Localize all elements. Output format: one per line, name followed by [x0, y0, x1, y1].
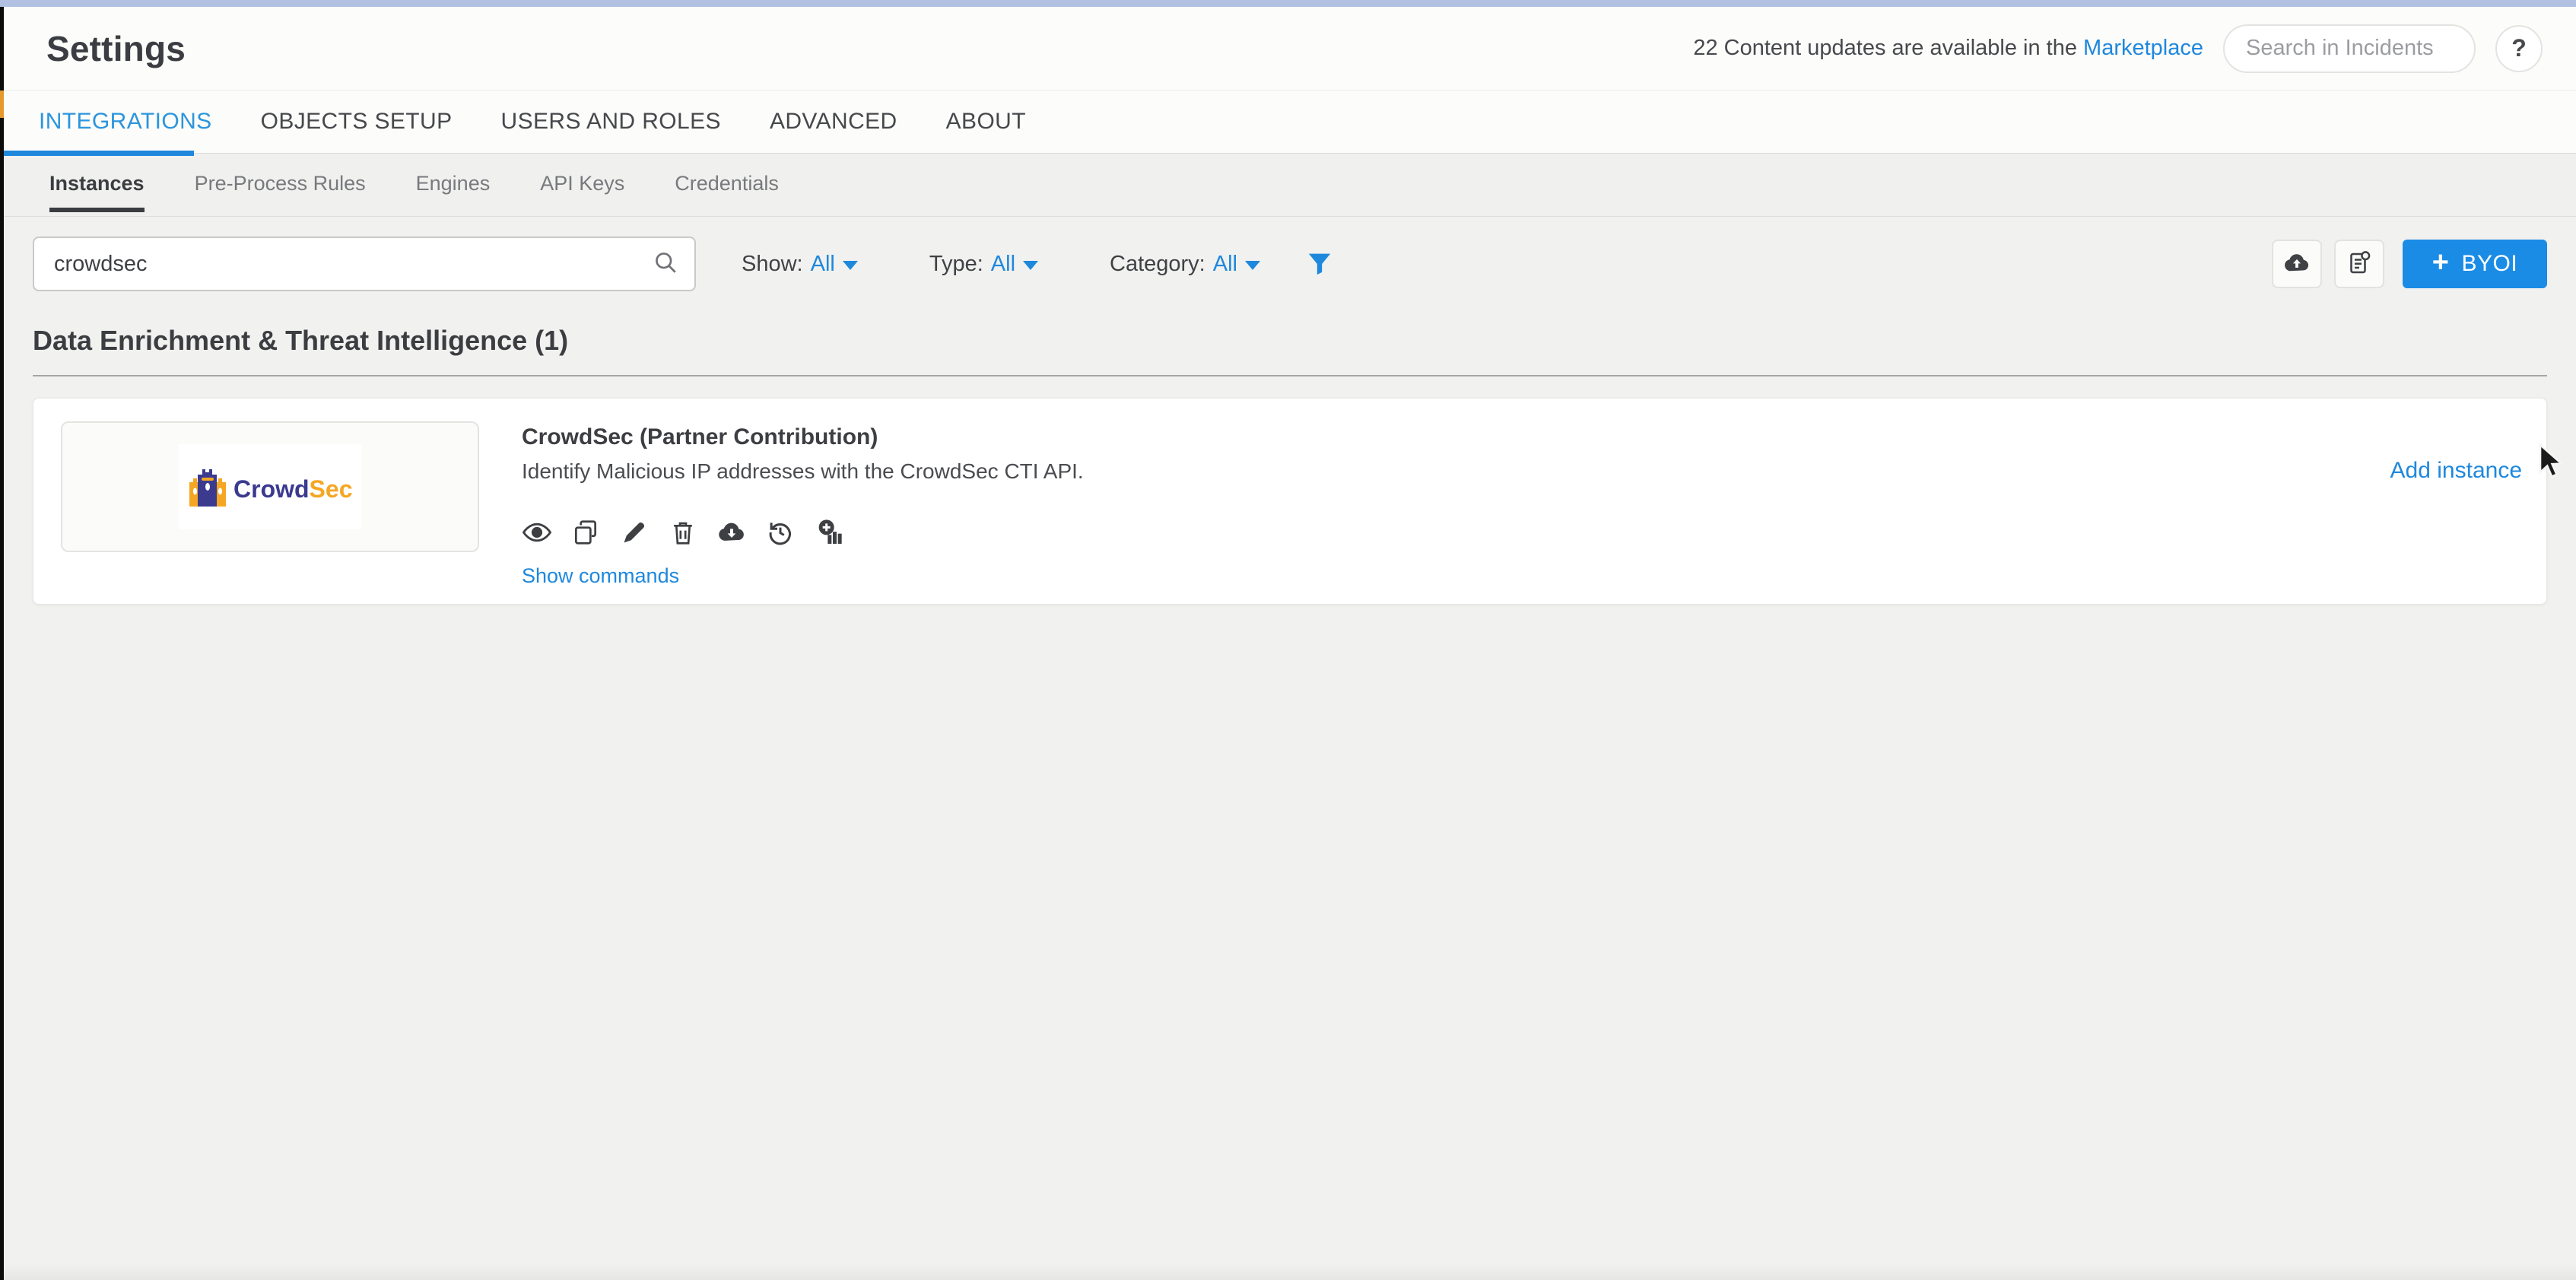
active-tab-underline: [4, 151, 194, 156]
content-updates-text: 22 Content updates are available in the: [1693, 36, 2077, 60]
left-edge-orange-marker: [0, 91, 4, 118]
add-instance-link[interactable]: Add instance: [2390, 458, 2522, 484]
tab-integrations[interactable]: INTEGRATIONS: [39, 109, 212, 135]
content-updates-banner: 22 Content updates are available in the …: [1693, 36, 2203, 61]
funnel-icon[interactable]: [1304, 249, 1335, 279]
integration-name: CrowdSec (Partner Contribution): [522, 424, 1084, 450]
tab-users-and-roles[interactable]: USERS AND ROLES: [501, 109, 721, 135]
integration-actions: [522, 517, 1084, 548]
instances-content: Show: All Type: All Category: All: [4, 217, 2576, 605]
integration-search-input[interactable]: [54, 252, 652, 277]
integration-search-box[interactable]: [33, 237, 696, 291]
chevron-down-icon: [843, 261, 858, 270]
clone-icon[interactable]: [570, 517, 601, 548]
settings-page: Settings 22 Content updates are availabl…: [4, 7, 2576, 1280]
view-icon[interactable]: [522, 517, 552, 548]
svg-text:CrowdSec: CrowdSec: [233, 475, 352, 503]
global-search[interactable]: [2223, 24, 2476, 73]
sub-tab-bar: Instances Pre-Process Rules Engines API …: [4, 154, 2576, 217]
integration-logo-tile: CrowdSec: [61, 421, 479, 552]
magnifier-icon: [652, 249, 679, 280]
bottom-edge-fade: [0, 1263, 2576, 1280]
category-filter-value: All: [1213, 252, 1237, 277]
instances-report-button[interactable]: [2334, 240, 2384, 288]
category-filter-label: Category:: [1110, 252, 1205, 277]
crowdsec-logo: CrowdSec: [179, 444, 361, 529]
subtab-credentials[interactable]: Credentials: [675, 172, 779, 212]
download-icon[interactable]: [716, 517, 747, 548]
show-filter-label: Show:: [742, 252, 803, 277]
tab-advanced[interactable]: ADVANCED: [770, 109, 897, 135]
window-left-edge: [0, 7, 4, 1280]
type-filter-value: All: [991, 252, 1015, 277]
tab-about[interactable]: ABOUT: [946, 109, 1026, 135]
toolbar: Show: All Type: All Category: All: [33, 237, 2547, 291]
upload-integration-button[interactable]: [2272, 240, 2322, 288]
crowdsec-castle-glyph: [189, 469, 226, 507]
chevron-down-icon: [1023, 261, 1038, 270]
marketplace-link[interactable]: Marketplace: [2083, 36, 2203, 60]
subtab-engines[interactable]: Engines: [416, 172, 491, 212]
delete-icon[interactable]: [668, 517, 698, 548]
type-filter[interactable]: Type: All: [929, 252, 1038, 277]
filter-group: Show: All Type: All Category: All: [742, 252, 1260, 277]
cloud-upload-icon: [2282, 249, 2311, 280]
integration-description: Identify Malicious IP addresses with the…: [522, 459, 1084, 484]
show-commands-link[interactable]: Show commands: [522, 564, 679, 588]
instances-report-icon: [2346, 249, 2373, 279]
show-filter-value: All: [811, 252, 835, 277]
category-section-title: Data Enrichment & Threat Intelligence (1…: [33, 325, 2547, 357]
window-top-edge: [0, 0, 2576, 7]
subtab-pre-process-rules[interactable]: Pre-Process Rules: [195, 172, 366, 212]
byoi-button[interactable]: + BYOI: [2403, 240, 2547, 288]
main-tab-bar: INTEGRATIONS OBJECTS SETUP USERS AND ROL…: [4, 91, 2576, 154]
byoi-button-label: BYOI: [2462, 251, 2518, 277]
section-divider: [33, 375, 2547, 376]
global-search-input[interactable]: [2246, 36, 2453, 61]
tab-objects-setup[interactable]: OBJECTS SETUP: [261, 109, 453, 135]
show-filter[interactable]: Show: All: [742, 252, 858, 277]
subtab-instances[interactable]: Instances: [49, 172, 145, 212]
header-right: 22 Content updates are available in the …: [1693, 24, 2543, 73]
integration-card: CrowdSec CrowdSec (Partner Contribution)…: [33, 398, 2547, 605]
toolbar-right: + BYOI: [2272, 240, 2547, 288]
page-title: Settings: [46, 28, 186, 69]
help-button[interactable]: ?: [2495, 25, 2543, 72]
category-filter[interactable]: Category: All: [1110, 252, 1260, 277]
type-filter-label: Type:: [929, 252, 983, 277]
version-history-icon[interactable]: [765, 517, 796, 548]
question-mark-icon: ?: [2511, 34, 2527, 62]
integration-info: CrowdSec (Partner Contribution) Identify…: [522, 421, 1084, 581]
page-header: Settings 22 Content updates are availabl…: [4, 7, 2576, 91]
add-metrics-icon[interactable]: [814, 517, 844, 548]
edit-icon[interactable]: [619, 517, 650, 548]
subtab-api-keys[interactable]: API Keys: [540, 172, 624, 212]
chevron-down-icon: [1245, 261, 1260, 270]
